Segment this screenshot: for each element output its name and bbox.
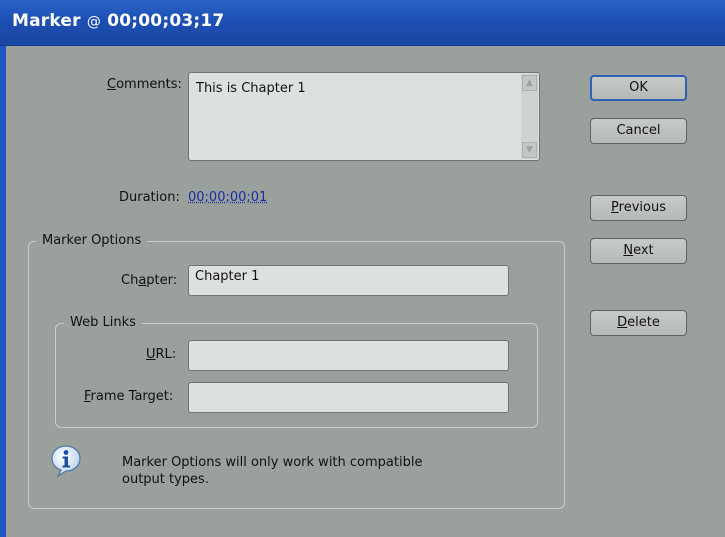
window-title: Marker @ 00;00;03;17 <box>12 11 224 31</box>
web-links-legend: Web Links <box>64 315 142 330</box>
chapter-label: Chapter: <box>121 273 178 288</box>
url-label: URL: <box>146 347 177 362</box>
note-line-1: Marker Options will only work with compa… <box>122 455 423 470</box>
info-icon <box>51 445 81 478</box>
next-button[interactable]: Next <box>590 238 687 264</box>
window-title-at: @ <box>86 14 102 30</box>
chapter-input[interactable]: Chapter 1 <box>188 265 509 296</box>
comments-text: This is Chapter 1 <box>196 81 306 96</box>
delete-accel: D <box>617 315 628 330</box>
marker-options-legend: Marker Options <box>36 233 148 248</box>
window-title-timecode: 00;00;03;17 <box>107 11 225 31</box>
comments-label: Comments: <box>107 77 182 92</box>
frame-target-label: Frame Target: <box>84 389 174 404</box>
marker-dialog: Comments: This is Chapter 1 ▲ ▼ Duration… <box>6 46 725 537</box>
frame-target-input[interactable] <box>188 382 509 413</box>
next-accel: N <box>623 243 634 258</box>
duration-value-link[interactable]: 00;00;00;01 <box>188 190 267 205</box>
title-bar: Marker @ 00;00;03;17 <box>0 0 725 46</box>
previous-button[interactable]: Previous <box>590 195 687 221</box>
url-label-accel: U <box>146 347 156 362</box>
duration-label: Duration: <box>119 190 180 205</box>
marker-options-note: Marker Options will only work with compa… <box>122 454 422 488</box>
comments-label-accel: C <box>107 77 117 92</box>
window-title-prefix: Marker <box>12 11 81 31</box>
scroll-down-icon[interactable]: ▼ <box>522 142 537 158</box>
delete-button[interactable]: Delete <box>590 310 687 336</box>
previous-accel: P <box>611 200 619 215</box>
ok-button[interactable]: OK <box>590 75 687 101</box>
scroll-up-icon[interactable]: ▲ <box>522 75 537 91</box>
cancel-button[interactable]: Cancel <box>590 118 687 144</box>
note-line-2: output types. <box>122 472 209 487</box>
comments-field[interactable]: This is Chapter 1 ▲ ▼ <box>188 72 540 161</box>
comments-scrollbar[interactable]: ▲ ▼ <box>521 74 538 159</box>
url-input[interactable] <box>188 340 509 371</box>
